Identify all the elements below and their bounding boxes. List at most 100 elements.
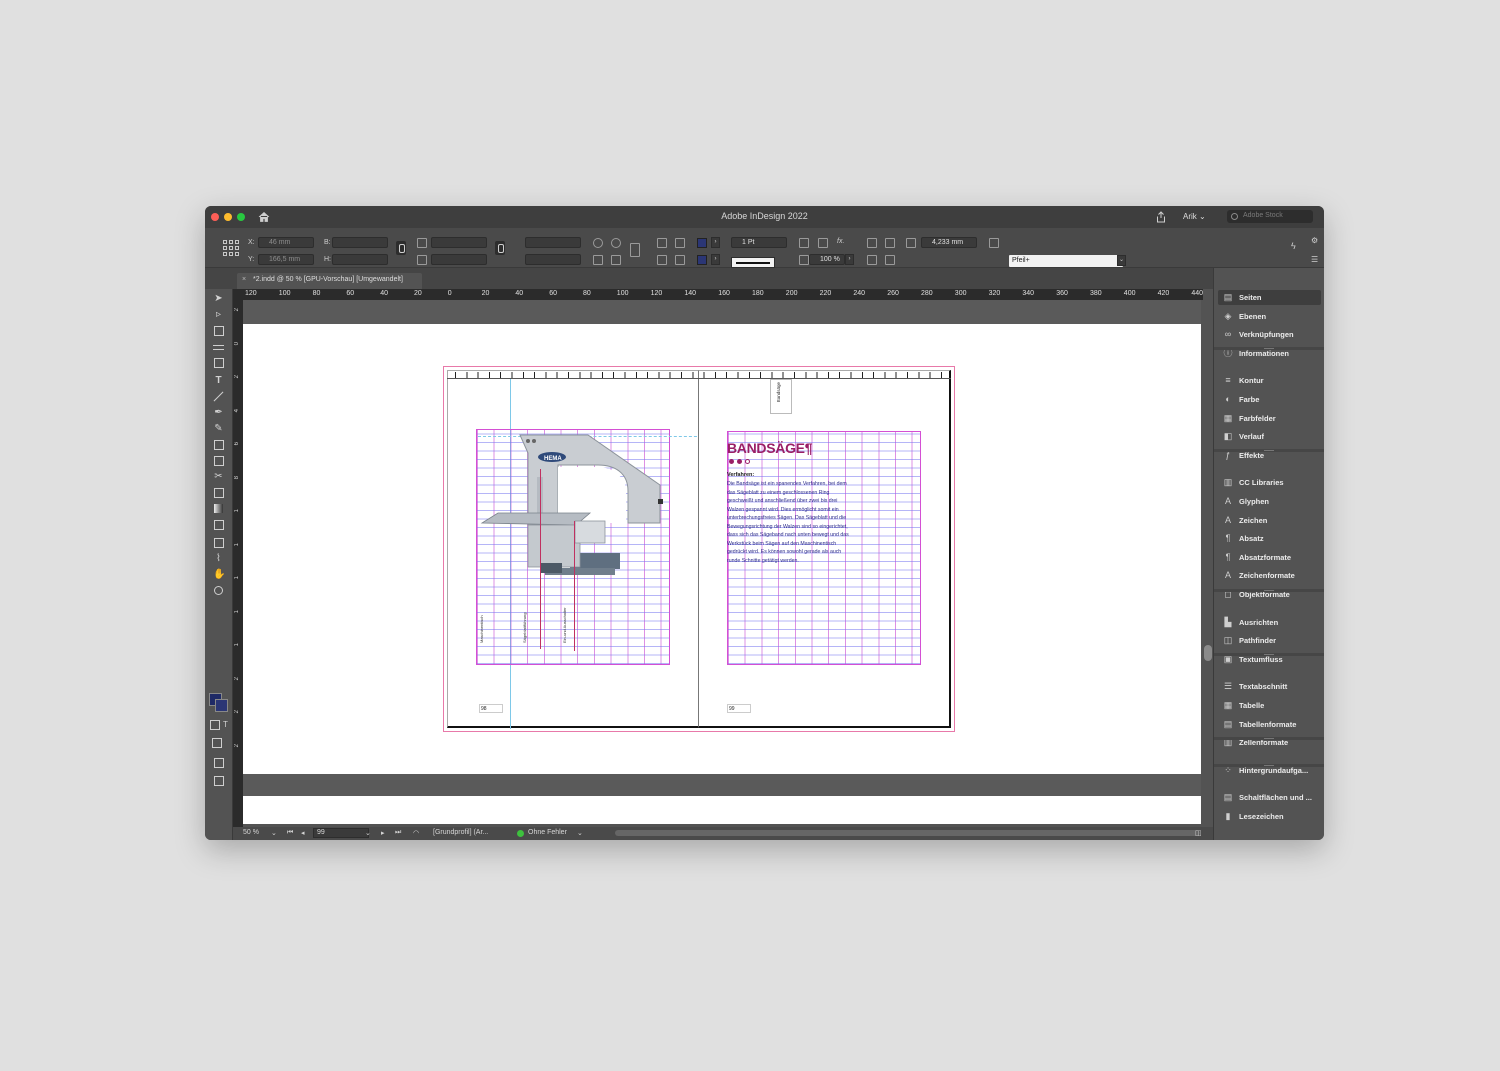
zoom-level[interactable]: 50 % — [243, 829, 259, 836]
panel-item-character[interactable]: A Zeichen — [1218, 513, 1321, 528]
panel-group-separator[interactable] — [1214, 653, 1324, 657]
constrain-scale-icon[interactable] — [495, 241, 505, 255]
ruler-origin[interactable] — [233, 289, 242, 300]
panel-group-separator[interactable] — [1214, 736, 1324, 740]
fill-frame-icon[interactable] — [818, 238, 828, 248]
preflight-status[interactable]: Ohne Fehler — [528, 829, 567, 836]
formatting-container-icon[interactable] — [209, 719, 220, 730]
scale-x-field[interactable] — [431, 237, 487, 248]
hand-tool-icon[interactable]: ✋ — [213, 569, 225, 580]
vertical-scrollbar[interactable] — [1203, 289, 1213, 840]
free-transform-tool-icon[interactable] — [213, 487, 224, 498]
left-page[interactable]: HEMA Maschinentisch Sägeblattführung Ein… — [447, 370, 948, 729]
select-previous-icon[interactable] — [675, 238, 685, 248]
note-tool-icon[interactable] — [213, 537, 224, 548]
object-style-chevron-icon[interactable]: ⌄ — [1117, 255, 1126, 266]
panel-group-separator[interactable] — [1214, 347, 1324, 351]
gap-tool-icon[interactable] — [213, 341, 224, 352]
close-tab-icon[interactable]: × — [242, 276, 246, 283]
effects-fx-icon[interactable]: fx. — [837, 238, 844, 245]
panel-group-separator[interactable] — [1214, 764, 1324, 768]
panel-item-paragraph-styles[interactable]: ¶ Absatzformate — [1218, 550, 1321, 565]
panel-group-separator[interactable] — [1214, 449, 1324, 453]
panel-item-table[interactable]: ▦ Tabelle — [1218, 698, 1321, 713]
pen-tool-icon[interactable]: ✒ — [213, 407, 224, 418]
text-wrap-toggle-icon[interactable] — [885, 255, 895, 265]
panel-item-cc-libraries[interactable]: ▥ CC Libraries — [1218, 475, 1321, 490]
width-field[interactable] — [332, 237, 388, 248]
panel-item-table-styles[interactable]: ▤ Tabellenformate — [1218, 717, 1321, 732]
line-tool-icon[interactable] — [213, 391, 224, 402]
quick-apply-icon[interactable]: ϟ — [1291, 241, 1296, 251]
panel-item-gradient[interactable]: ◧ Verlauf — [1218, 429, 1321, 444]
type-tool-icon[interactable]: T — [213, 375, 224, 386]
horizontal-ruler[interactable]: 120 100 80 60 40 20 0 20 40 60 80 100 120 140 160 180 20… — [242, 289, 1203, 300]
panel-item-buttons[interactable]: ▤ Schaltflächen und ... — [1218, 790, 1321, 805]
panel-item-swatches[interactable]: ▦ Farbfelder — [1218, 411, 1321, 426]
drop-shadow-icon[interactable] — [867, 255, 877, 265]
gap-field[interactable]: 4,233 mm — [921, 237, 977, 248]
y-position-field[interactable]: 166,5 mm — [258, 254, 314, 265]
scale-y-field[interactable] — [431, 254, 487, 265]
reference-point-icon[interactable] — [223, 240, 240, 257]
pasteboard[interactable]: HEMA Maschinentisch Sägeblattführung Ein… — [243, 300, 1201, 824]
select-content-icon[interactable] — [657, 255, 667, 265]
flip-vertical-icon[interactable] — [611, 255, 621, 265]
page-number-field[interactable]: 99 — [313, 828, 369, 838]
share-icon[interactable] — [1155, 211, 1167, 223]
align-left-icon[interactable] — [867, 238, 877, 248]
headline[interactable]: BANDSÄGE¶ — [727, 440, 813, 456]
gradient-tool-icon[interactable] — [213, 503, 224, 514]
panel-group-separator[interactable] — [1214, 588, 1324, 592]
preflight-dropdown-icon[interactable]: ⌄ — [577, 829, 583, 837]
constrain-proportions-icon[interactable] — [396, 241, 406, 255]
formatting-text-icon[interactable]: T — [220, 719, 231, 730]
document-tab[interactable]: × *2.indd @ 50 % [GPU-Vorschau] [Umgewan… — [237, 273, 422, 289]
fill-color-swatch[interactable] — [697, 238, 707, 248]
rotation-field[interactable] — [525, 237, 581, 248]
height-field[interactable] — [332, 254, 388, 265]
next-page-icon[interactable]: ▸ — [381, 829, 385, 837]
subheading[interactable]: Verfahren: — [727, 472, 754, 478]
flip-horizontal-icon[interactable] — [593, 255, 603, 265]
rotate-ccw-icon[interactable] — [611, 238, 621, 248]
align-center-icon[interactable] — [885, 238, 895, 248]
panel-item-layers[interactable]: ◈ Ebenen — [1218, 309, 1321, 324]
stroke-color-swatch[interactable] — [697, 255, 707, 265]
vertical-ruler[interactable]: 2 0 2 4 6 8 1 1 1 1 1 2 2 2 — [233, 300, 243, 840]
split-view-icon[interactable]: ◫ — [1195, 829, 1202, 837]
pencil-tool-icon[interactable]: ✎ — [213, 423, 224, 434]
select-next-icon[interactable] — [675, 255, 685, 265]
x-position-field[interactable]: 46 mm — [258, 237, 314, 248]
panel-item-pathfinder[interactable]: ◫ Pathfinder — [1218, 633, 1321, 648]
open-page-icon[interactable]: ◠ — [413, 829, 419, 837]
document-spread[interactable]: HEMA Maschinentisch Sägeblattführung Ein… — [443, 366, 955, 732]
preview-mode-icon[interactable] — [213, 775, 224, 786]
panel-item-color[interactable]: ◐ Farbe — [1218, 392, 1321, 407]
frame-fitting-icon[interactable] — [799, 238, 809, 248]
stroke-dropdown-icon[interactable]: › — [711, 254, 720, 265]
opacity-dropdown-icon[interactable]: › — [845, 254, 854, 265]
stroke-weight-field[interactable]: 1 Pt — [731, 237, 787, 248]
scissors-tool-icon[interactable]: ✂ — [213, 471, 224, 482]
rectangle-frame-tool-icon[interactable] — [213, 439, 224, 450]
adobe-stock-search[interactable]: Adobe Stock — [1227, 210, 1313, 223]
direct-selection-tool-icon[interactable]: ▹ — [213, 309, 224, 320]
scroll-thumb[interactable] — [1204, 645, 1212, 661]
normal-view-icon[interactable] — [211, 737, 226, 750]
zoom-dropdown-icon[interactable]: ⌄ — [271, 829, 277, 837]
stroke-type-swatch[interactable] — [731, 257, 775, 268]
select-container-icon[interactable] — [657, 238, 667, 248]
page-dropdown-icon[interactable]: ⌄ — [365, 829, 371, 837]
panel-item-glyphs[interactable]: A Glyphen — [1218, 494, 1321, 509]
stroke-swatch-icon[interactable] — [215, 699, 228, 712]
panel-item-story[interactable]: ☰ Textabschnitt — [1218, 679, 1321, 694]
body-text-frame[interactable]: Die Bandsäge ist ein spanendes Verfahren… — [727, 480, 855, 565]
gradient-feather-tool-icon[interactable] — [213, 519, 224, 530]
panel-item-stroke[interactable]: ≡ Kontur — [1218, 373, 1321, 388]
rectangle-tool-icon[interactable] — [213, 455, 224, 466]
eyedropper-tool-icon[interactable]: ⌇ — [213, 553, 224, 564]
selection-tool-icon[interactable]: ➤ — [213, 293, 224, 304]
panel-item-pages[interactable]: ▤ Seiten — [1218, 290, 1321, 305]
panel-item-paragraph[interactable]: ¶ Absatz — [1218, 531, 1321, 546]
